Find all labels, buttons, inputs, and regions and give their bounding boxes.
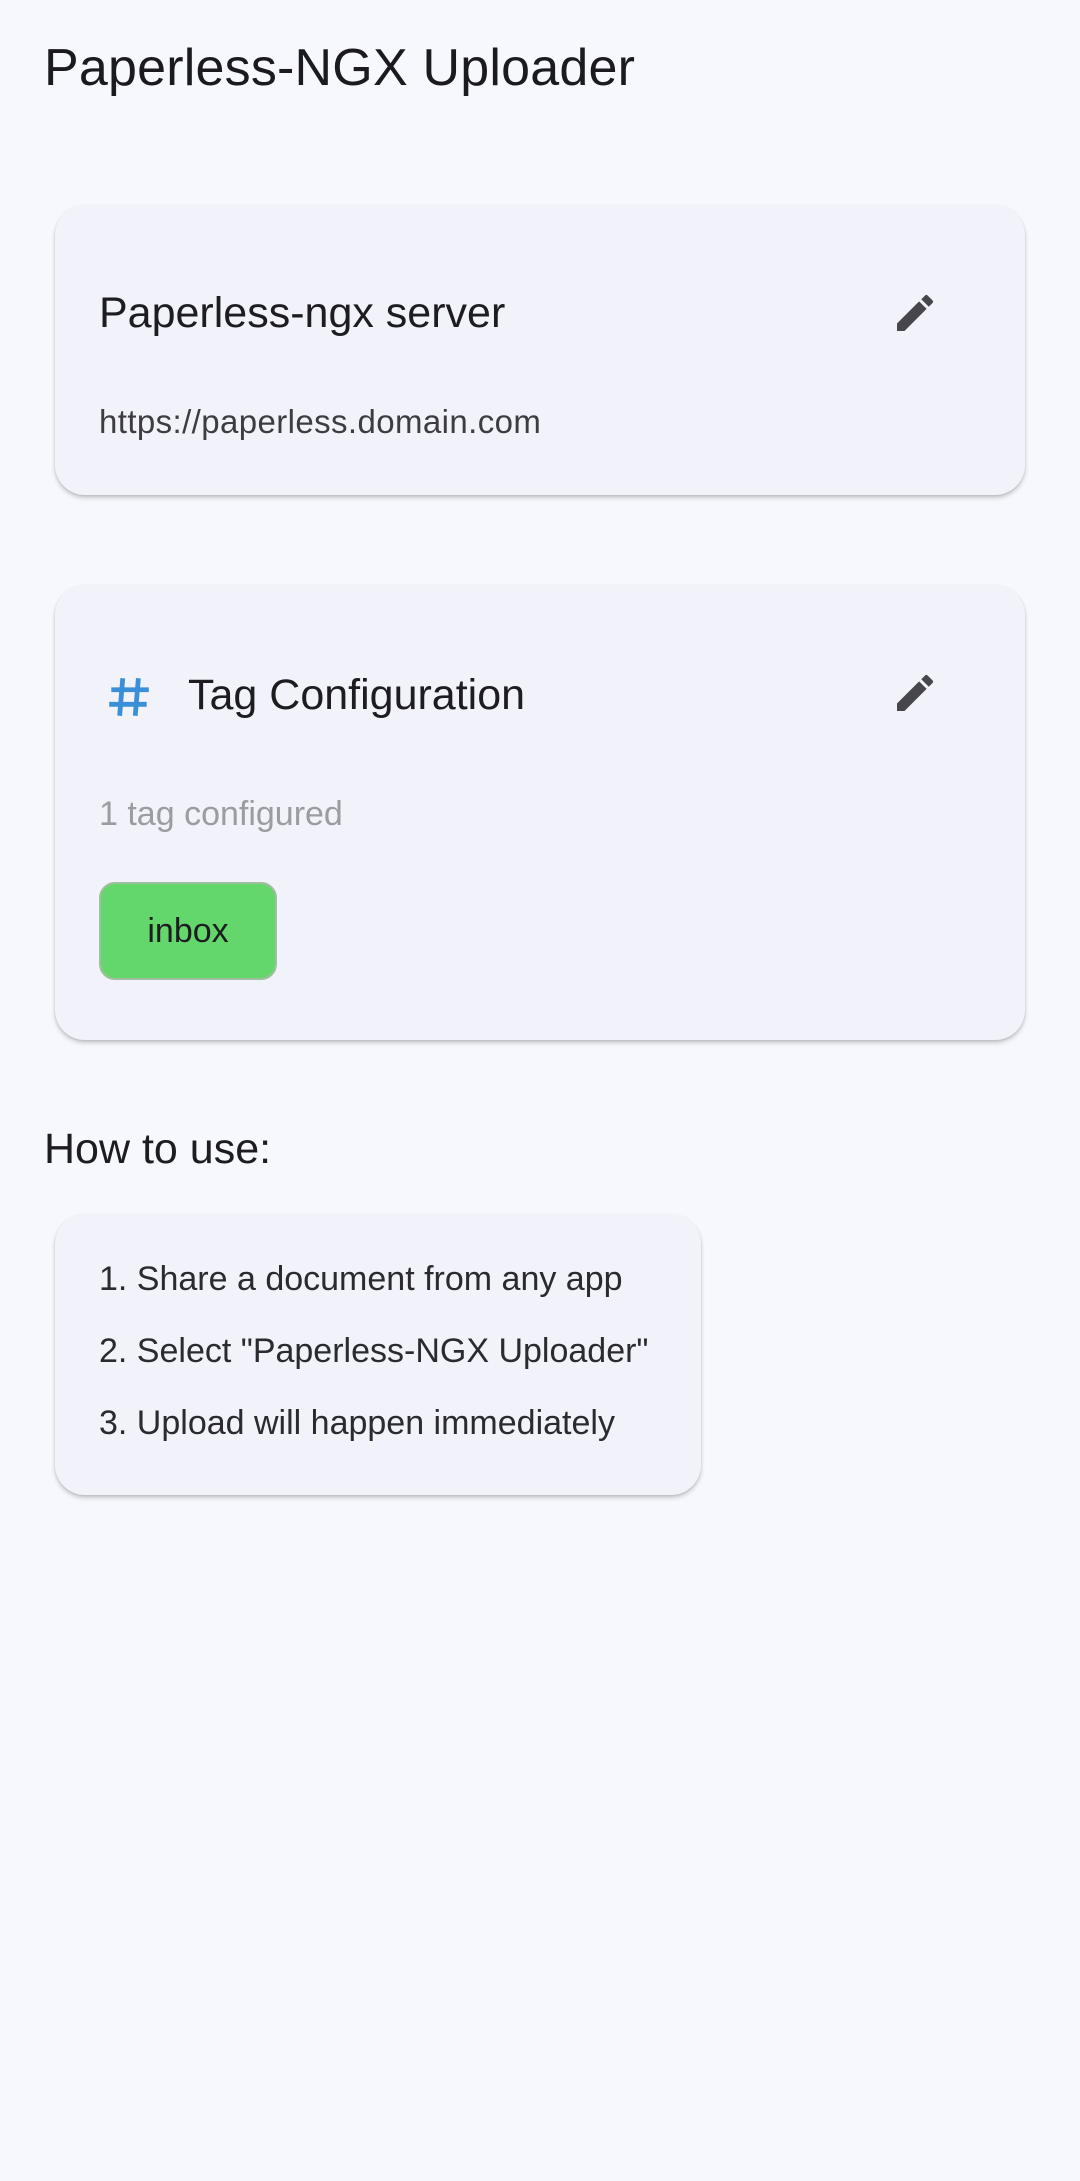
server-url: https://paperless.domain.com <box>99 403 542 440</box>
edit-server-button[interactable] <box>879 279 951 351</box>
tag-configuration-card[interactable]: Tag Configuration 1 tag configured inbox <box>55 585 1025 1040</box>
how-to-title: How to use: <box>44 1125 272 1173</box>
tag-card-title: Tag Configuration <box>188 671 526 719</box>
tag-chip-inbox[interactable]: inbox <box>99 882 277 980</box>
how-to-step: 3. Upload will happen immediately <box>99 1404 615 1442</box>
hash-icon <box>99 667 159 727</box>
server-card-title: Paperless-ngx server <box>99 289 506 337</box>
tag-count-text: 1 tag configured <box>99 795 343 833</box>
how-to-card: 1. Share a document from any app 2. Sele… <box>55 1214 701 1495</box>
pencil-icon <box>891 289 939 342</box>
edit-tags-button[interactable] <box>879 659 951 731</box>
server-card[interactable]: Paperless-ngx server https://paperless.d… <box>55 205 1025 495</box>
pencil-icon <box>891 669 939 722</box>
how-to-step: 1. Share a document from any app <box>99 1260 623 1298</box>
app-title: Paperless-NGX Uploader <box>44 39 636 97</box>
how-to-step: 2. Select "Paperless-NGX Uploader" <box>99 1332 649 1370</box>
